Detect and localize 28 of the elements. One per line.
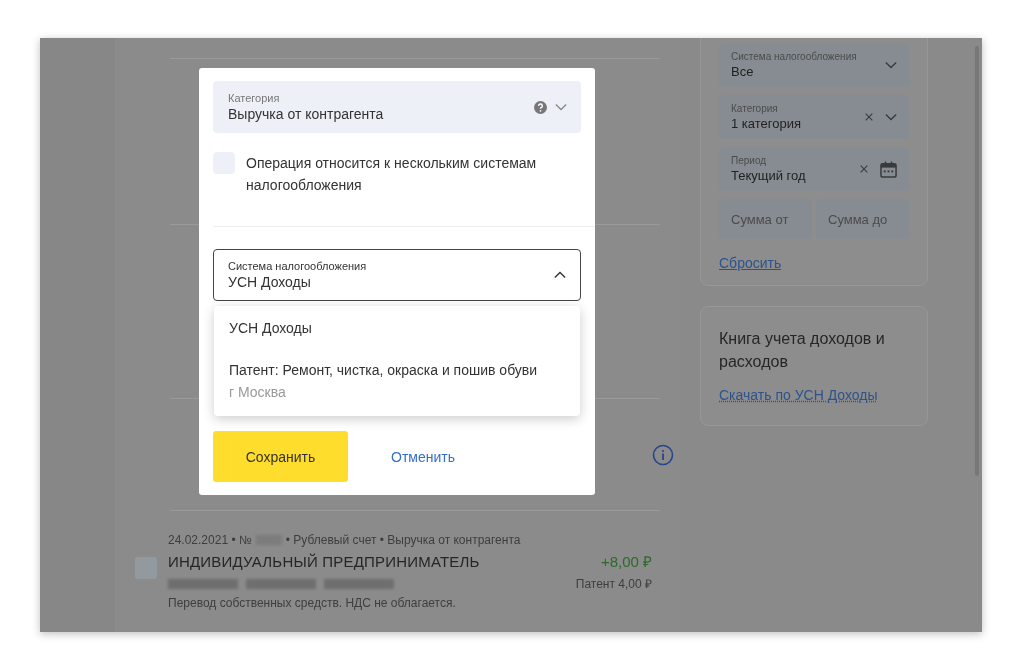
save-button[interactable]: Сохранить: [213, 431, 348, 482]
book-title: Книга учета доходов и расходов: [719, 329, 886, 372]
amount: +8,00 ₽: [600, 552, 652, 571]
dropdown-option[interactable]: УСН Доходы: [214, 312, 580, 344]
amount-field[interactable]: Сумма до: [816, 199, 909, 239]
dropdown-option[interactable]: Патент: Ремонт, чистка, окраска и пошив обуви г Москва: [214, 354, 580, 408]
close-icon[interactable]: [863, 113, 875, 121]
filter-field[interactable]: Система налогообложения Все: [719, 43, 909, 87]
cancel-button[interactable]: Отменить: [383, 444, 463, 469]
tax-system-select[interactable]: Система налогообложения УСН Доходы: [213, 249, 581, 301]
filter-field[interactable]: Период Текущий год: [719, 147, 909, 191]
amount-field[interactable]: Сумма от: [719, 199, 812, 239]
transaction-meta: 24.02.2021 • №: [168, 533, 252, 547]
close-icon[interactable]: [858, 165, 870, 173]
chevron-up-icon: [554, 271, 566, 279]
chevron-down-icon: [885, 113, 897, 121]
counterparty-name: ИНДИВИДУАЛЬНЫЙ ПРЕДПРИНИМАТЕЛЬ: [168, 552, 480, 570]
category-field[interactable]: Категория Выручка от контрагента: [213, 81, 581, 133]
chevron-down-icon: [555, 103, 567, 111]
calendar-icon[interactable]: [880, 160, 897, 178]
filter-field[interactable]: Категория 1 категория: [719, 95, 909, 139]
transaction-meta: • Рублевый счет • Выручка от контрагента: [285, 533, 521, 547]
patent-amount: Патент 4,00 ₽: [575, 576, 652, 592]
chevron-down-icon: [885, 61, 897, 69]
help-icon[interactable]: [534, 100, 547, 114]
checkbox-label: Операция относится к нескольким системам налогообложения: [246, 154, 538, 195]
transaction-description: Перевод собственных средств. НДС не облагается.: [168, 596, 457, 610]
info-icon[interactable]: [652, 443, 674, 466]
